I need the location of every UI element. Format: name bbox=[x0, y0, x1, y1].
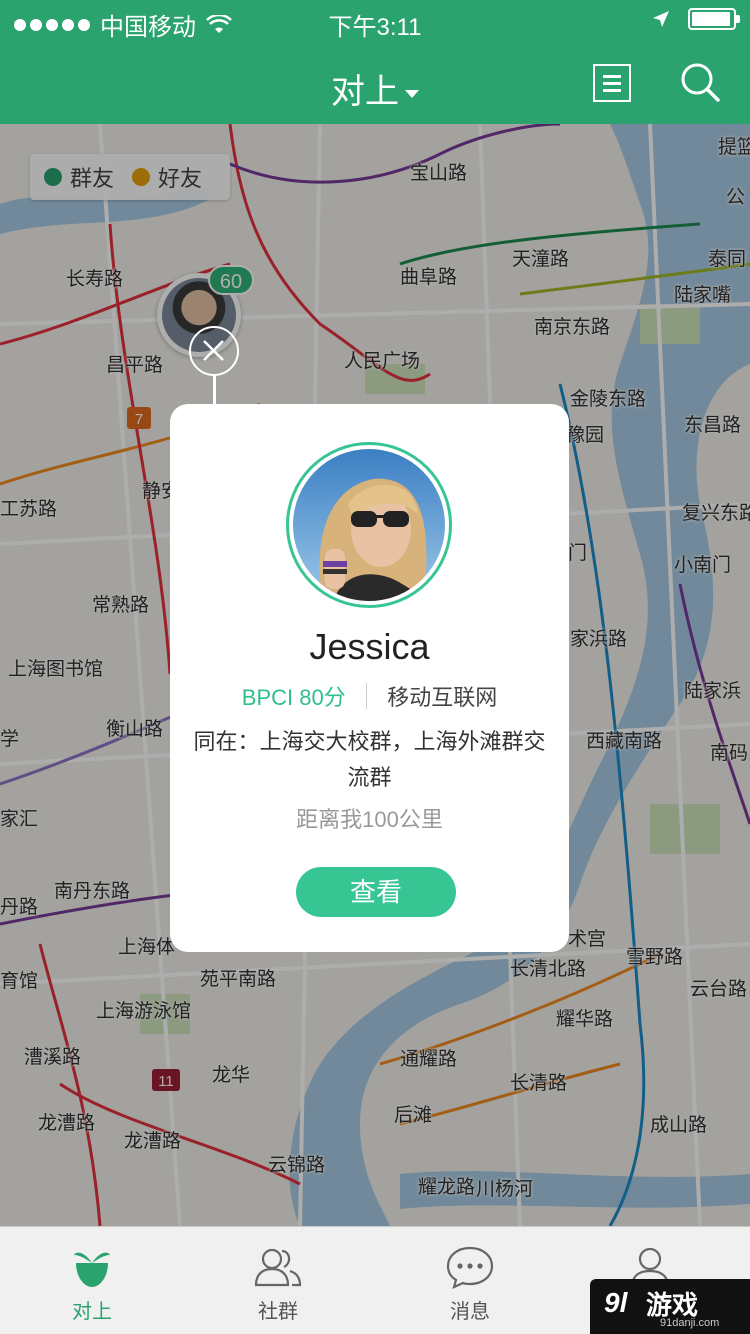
profile-score: BPCI 80分 bbox=[241, 685, 346, 710]
status-bar: 中国移动 下午3:11 bbox=[0, 0, 750, 41]
profile-name: Jessica bbox=[309, 626, 430, 667]
distance-label: 距离我100公里 bbox=[296, 807, 443, 832]
profile-stats: BPCI 80分 移动互联网 bbox=[170, 680, 569, 712]
stats-divider bbox=[365, 683, 368, 709]
nav-title-dropdown[interactable]: 对上 bbox=[0, 64, 750, 113]
battery-icon bbox=[688, 8, 740, 30]
chat-bubble-icon bbox=[446, 1246, 494, 1289]
watermark-logo: 9l bbox=[604, 1287, 628, 1318]
tab-duishang[interactable]: 对上 bbox=[32, 1227, 152, 1334]
duishang-icon bbox=[74, 1252, 110, 1287]
tab-label: 社群 bbox=[258, 1301, 298, 1323]
location-arrow-icon bbox=[653, 11, 669, 27]
shared-groups: 同在：上海交大校群，上海外滩群交流群 bbox=[193, 729, 546, 790]
connector-line bbox=[213, 376, 216, 404]
group-icon bbox=[254, 1248, 302, 1287]
nav-bar: 对上 bbox=[0, 40, 750, 124]
profile-industry: 移动互联网 bbox=[387, 685, 498, 710]
close-button[interactable] bbox=[189, 326, 239, 376]
list-view-icon[interactable] bbox=[593, 64, 631, 102]
view-profile-button[interactable]: 查看 bbox=[296, 867, 456, 917]
site-watermark: 9l 游戏 91danji.com bbox=[590, 1279, 750, 1334]
tab-messages[interactable]: 消息 bbox=[410, 1227, 530, 1334]
profile-avatar bbox=[286, 442, 452, 608]
avatar-photo bbox=[293, 449, 445, 601]
tab-label: 对上 bbox=[72, 1301, 112, 1323]
chevron-down-icon bbox=[405, 90, 419, 99]
nav-title: 对上 bbox=[331, 73, 399, 111]
tab-label: 消息 bbox=[450, 1301, 490, 1323]
profile-card: Jessica BPCI 80分 移动互联网 同在：上海交大校群，上海外滩群交流… bbox=[170, 404, 569, 952]
status-time: 下午3:11 bbox=[328, 14, 422, 41]
close-icon bbox=[203, 340, 224, 361]
search-icon[interactable] bbox=[680, 62, 720, 102]
tab-community[interactable]: 社群 bbox=[218, 1227, 338, 1334]
watermark-site: 91danji.com bbox=[660, 1317, 720, 1329]
profile-photo-image bbox=[293, 449, 445, 601]
